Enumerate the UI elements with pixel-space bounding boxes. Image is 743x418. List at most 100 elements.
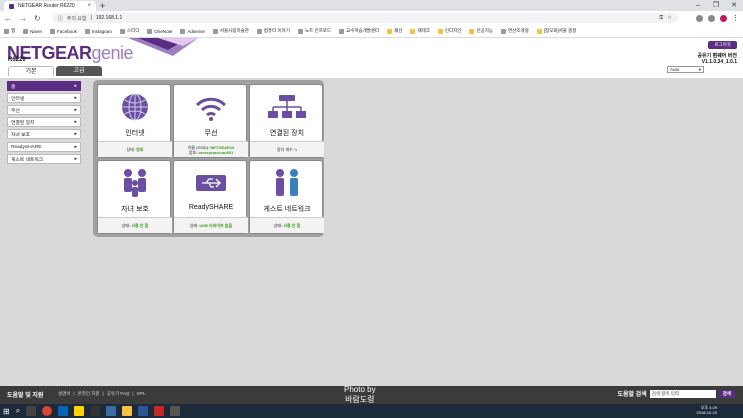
bookmark-item[interactable]: 연산조개형 (501, 28, 529, 34)
tile-wireless[interactable]: 무선 이름 (SSID): NETGEAR10 암호: breezyraccoo… (173, 84, 248, 158)
help-search-button[interactable]: 검색 (718, 389, 735, 398)
status-value: 사용 안 함 (283, 223, 301, 228)
chrome-icon[interactable] (42, 406, 53, 416)
app-icon[interactable] (170, 406, 181, 416)
sidebar-item-label: ReadySHARE (11, 144, 42, 150)
bookmark-item[interactable]: 서울시립미술관 (212, 28, 249, 34)
sidebar-item[interactable]: 무선 ▸ (7, 105, 81, 115)
window-controls: – ❐ ✕ (689, 0, 743, 11)
bookmark-item[interactable]: Naver (23, 28, 42, 34)
search-icon[interactable]: ⌕ (16, 406, 20, 416)
bookmark-icon (119, 28, 125, 34)
star-icon[interactable]: ☆ (667, 15, 671, 21)
bookmark-item[interactable]: Adsense (180, 28, 205, 34)
tab-basic[interactable]: 기본 (8, 66, 54, 76)
new-tab-button[interactable]: + (100, 1, 105, 11)
file-explorer-icon[interactable] (122, 406, 133, 416)
bookmark-item[interactable]: 스티디 (119, 28, 139, 34)
status-value: USB 드라이브 없음 (199, 223, 233, 228)
taskbar-clock[interactable]: 오후 4:29 2018-10-23 (697, 405, 717, 415)
network-devices-icon (250, 91, 324, 123)
tile-internet[interactable]: 인터넷 상태: 양호 (97, 84, 172, 158)
key-icon[interactable]: ⚿ (659, 15, 663, 21)
reload-icon[interactable]: ↻ (34, 14, 41, 23)
browser-tab[interactable]: NETGEAR Router R6220 × (4, 1, 96, 11)
bookmark-item[interactable]: [정모회]서울 충청 (536, 28, 576, 34)
bookmark-item[interactable]: 앱 (4, 28, 15, 34)
bookmark-item[interactable]: 재테크 (410, 28, 430, 34)
sidebar-item[interactable]: 홈 ▸ (7, 81, 81, 91)
info-icon[interactable]: ⓘ (58, 15, 63, 22)
tab-advanced[interactable]: 고급 (56, 66, 102, 76)
tile-guest-status: 상태: 사용 안 함 (250, 217, 324, 233)
tile-guest-name: 게스트 네트워크 (263, 206, 311, 213)
sidebar-item-label: 인터넷 (11, 96, 25, 102)
tab-title: NETGEAR Router R6220 (18, 3, 75, 9)
menu-dots-icon[interactable]: ⋮ (732, 14, 739, 22)
edge-icon[interactable] (58, 406, 69, 416)
status-label: 상태: (121, 223, 131, 228)
help-link[interactable]: GPL (137, 391, 146, 397)
bookmark-label: Instagram (91, 28, 112, 34)
help-search-input[interactable]: 검색 항목 입력 (649, 389, 716, 398)
language-select[interactable]: Auto ▾ (667, 66, 704, 73)
key-label: 암호: (188, 149, 198, 155)
chevron-right-icon: ▸ (74, 107, 77, 113)
app-icon[interactable] (106, 406, 117, 416)
tile-parental-status: 상태: 사용 안 함 (98, 217, 172, 233)
app-icon[interactable] (154, 406, 165, 416)
help-link[interactable]: 공유기 FAQ (107, 391, 130, 397)
kakao-icon[interactable] (74, 406, 85, 416)
bookmark-label: 앱 (11, 28, 16, 33)
bookmark-item[interactable]: 패션 (387, 28, 402, 34)
tile-parental-controls[interactable]: 자녀 보호 상태: 사용 안 함 (97, 160, 172, 234)
bookmark-item[interactable]: Facebook (50, 28, 77, 34)
bookmark-item[interactable]: 컴퓨터 이야기 (256, 28, 290, 34)
sidebar-menu: 홈 ▸ 인터넷 ▸ 무선 ▸ 연결된 장치 ▸ 자녀 보호 ▸ ReadySHARE ▸ 게스트 네트워… (7, 81, 81, 166)
close-window-icon[interactable]: ✕ (725, 0, 743, 11)
status-value: 사용 안 함 (131, 223, 149, 228)
forward-arrow-icon[interactable]: → (19, 14, 27, 23)
bookmark-item[interactable]: OneNote (147, 28, 172, 34)
extension-icon[interactable] (708, 14, 715, 22)
app-icon[interactable] (90, 406, 101, 416)
maximize-icon[interactable]: ❐ (707, 0, 725, 11)
bookmark-label: 인디지인 (444, 28, 462, 33)
app-icon[interactable] (138, 406, 149, 416)
logout-button[interactable]: 로그아웃 (708, 41, 737, 49)
back-arrow-icon[interactable]: ← (4, 14, 12, 23)
bookmark-item[interactable]: 인디지인 (437, 28, 462, 34)
minimize-icon[interactable]: – (689, 0, 707, 11)
extension-icon[interactable] (696, 14, 703, 22)
language-value: Auto (670, 67, 680, 72)
bookmark-label: Adsense (187, 28, 205, 34)
sidebar-item[interactable]: 인터넷 ▸ (7, 93, 81, 103)
bookmark-item[interactable]: 노트 인프로드 (297, 28, 331, 34)
bookmark-item[interactable]: Instagram (84, 28, 112, 34)
folder-icon (536, 28, 542, 34)
bookmark-icon (180, 28, 186, 34)
sidebar-item[interactable]: ReadySHARE ▸ (7, 142, 81, 152)
sidebar-item[interactable]: 자녀 보호 ▸ (7, 129, 81, 139)
sidebar-item[interactable]: 게스트 네트워크 ▸ (7, 154, 81, 164)
bookmark-icon (501, 28, 507, 34)
profile-avatar[interactable] (720, 14, 727, 22)
bookmark-icon (256, 28, 262, 34)
tile-readyshare[interactable]: ReadySHARE 상태: USB 드라이브 없음 (173, 160, 248, 234)
task-view-icon[interactable] (26, 406, 37, 416)
key-value: breezyraccoon801 (198, 149, 234, 155)
bookmark-item[interactable]: 교수학습개발센터 (339, 28, 379, 34)
tile-guest-network[interactable]: 게스트 네트워크 상태: 사용 안 함 (249, 160, 324, 234)
tile-internet-status: 상태: 양호 (98, 141, 172, 157)
help-link[interactable]: 온라인 지원 (78, 391, 100, 397)
status-label: 상태: (126, 147, 135, 152)
sidebar-item[interactable]: 연결된 장치 ▸ (7, 117, 81, 127)
address-bar[interactable]: ⓘ 주의 요함 | 192.168.1.1 ⚿ ☆ (51, 13, 678, 23)
main-content: 홈 ▸ 인터넷 ▸ 무선 ▸ 연결된 장치 ▸ 자녀 보호 ▸ ReadySHARE ▸ 게스트 네트워… (0, 78, 743, 386)
tab-close-icon[interactable]: × (87, 3, 91, 9)
tile-attached-devices[interactable]: 연결된 장치 장치 개수: 1 (249, 84, 324, 158)
bookmark-item[interactable]: 인공지능 (469, 28, 493, 34)
windows-start-icon[interactable]: ⊞ (3, 407, 10, 416)
router-header: NETGEARgenie R6220 로그아웃 공유기 펌웨어 버전 V1.1.… (0, 38, 743, 78)
help-link[interactable]: 설명서 (58, 391, 70, 397)
